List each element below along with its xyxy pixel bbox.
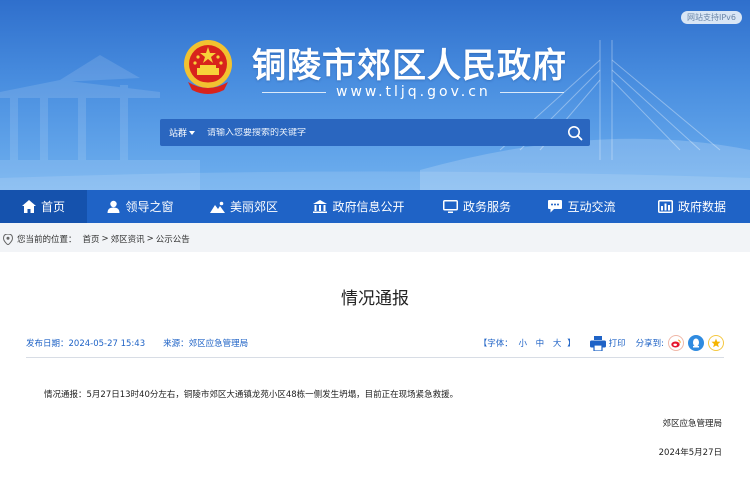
search-bar: 站群 (160, 119, 590, 146)
weibo-icon (671, 339, 681, 347)
nav-label: 政府数据 (677, 200, 726, 214)
nav-label: 首页 (40, 200, 65, 214)
header-banner: 网站支持IPv6 铜陵市郊区人民政府 www.tljq.gov.cn 站群 (0, 0, 750, 190)
font-medium-button[interactable]: 中 (536, 339, 545, 349)
nav-label: 美丽郊区 (229, 200, 278, 214)
nav-item-gov-data[interactable]: 政府数据 (634, 190, 750, 223)
nav-label: 领导之窗 (125, 200, 174, 214)
print-label: 打印 (608, 339, 626, 349)
url-divider-right (500, 92, 564, 93)
chat-icon (548, 200, 563, 213)
article-title: 情况通报 (341, 289, 409, 309)
print-button[interactable]: 打印 (589, 335, 626, 351)
ipv6-badge: 网站支持IPv6 (680, 11, 742, 24)
search-scope-select[interactable]: 站群 (160, 126, 196, 139)
meta-divider (26, 357, 724, 358)
monitor-icon (442, 200, 458, 213)
nav-label: 政务服务 (462, 200, 511, 214)
star-icon (711, 338, 721, 348)
breadcrumb-notices[interactable]: 公示公告 (156, 233, 190, 245)
article-body: 情况通报：5月27日13时40分左右，铜陵市郊区大通镇龙苑小区48栋一侧发生坍塌… (44, 390, 459, 400)
nav-item-interaction[interactable]: 互动交流 (530, 190, 634, 223)
nav-item-gov-info[interactable]: 政府信息公开 (294, 190, 424, 223)
article-source: 来源：郊区应急管理局 (163, 339, 249, 349)
data-icon (657, 200, 673, 213)
printer-icon (589, 335, 606, 351)
nav-item-leaders[interactable]: 领导之窗 (87, 190, 194, 223)
search-input[interactable] (207, 127, 560, 138)
site-url[interactable]: www.tljq.gov.cn (336, 84, 491, 100)
nav-item-beautiful-suburb[interactable]: 美丽郊区 (194, 190, 294, 223)
search-icon (568, 125, 583, 140)
search-scope-label: 站群 (169, 129, 188, 139)
chevron-down-icon (189, 130, 196, 135)
breadcrumb-separator: > (101, 234, 109, 244)
url-divider-left (262, 92, 326, 93)
weibo-share-button[interactable] (668, 335, 684, 351)
article-meta: 发布日期：2024-05-27 15:43 来源：郊区应急管理局 【字体： 小 … (26, 331, 724, 355)
landscape-icon (209, 201, 225, 213)
qzone-share-button[interactable] (688, 335, 704, 351)
article-panel: 情况通报 发布日期：2024-05-27 15:43 来源：郊区应急管理局 【字… (0, 252, 750, 486)
breadcrumb-news[interactable]: 郊区资讯 (111, 233, 145, 245)
share-label: 分享到: (635, 339, 664, 349)
home-icon (21, 200, 36, 213)
nav-label: 互动交流 (567, 200, 616, 214)
font-prefix: 【字体： (478, 339, 513, 349)
main-nav: 首页 领导之窗 美丽郊区 政府信息公开 政务服务 互动交流 政府数据 (0, 190, 750, 223)
signature-organization: 郊区应急管理局 (662, 419, 722, 429)
breadcrumb-prefix: 您当前的位置： (17, 235, 77, 245)
breadcrumb-home[interactable]: 首页 (83, 233, 100, 245)
font-large-button[interactable]: 大 (553, 339, 562, 349)
national-emblem-icon (184, 40, 232, 94)
search-button[interactable] (560, 119, 590, 146)
favorite-share-button[interactable] (708, 335, 724, 351)
font-size-control: 【字体： 小 中 大 】 (479, 337, 576, 349)
breadcrumb-separator: > (146, 234, 154, 244)
breadcrumb: 您当前的位置： 首页 > 郊区资讯 > 公示公告 (0, 229, 190, 249)
qq-icon (693, 338, 699, 348)
signature-date: 2024年5月27日 (658, 448, 722, 458)
nav-label: 政府信息公开 (332, 200, 405, 214)
nav-item-gov-services[interactable]: 政务服务 (424, 190, 530, 223)
font-suffix: 】 (567, 339, 576, 349)
font-small-button[interactable]: 小 (518, 339, 527, 349)
nav-item-home[interactable]: 首页 (0, 190, 87, 223)
user-icon (107, 200, 120, 213)
building-icon (313, 200, 328, 213)
site-title: 铜陵市郊区人民政府 (252, 46, 567, 86)
publish-date: 发布日期：2024-05-27 15:43 (26, 339, 146, 349)
location-pin-icon (3, 233, 13, 245)
